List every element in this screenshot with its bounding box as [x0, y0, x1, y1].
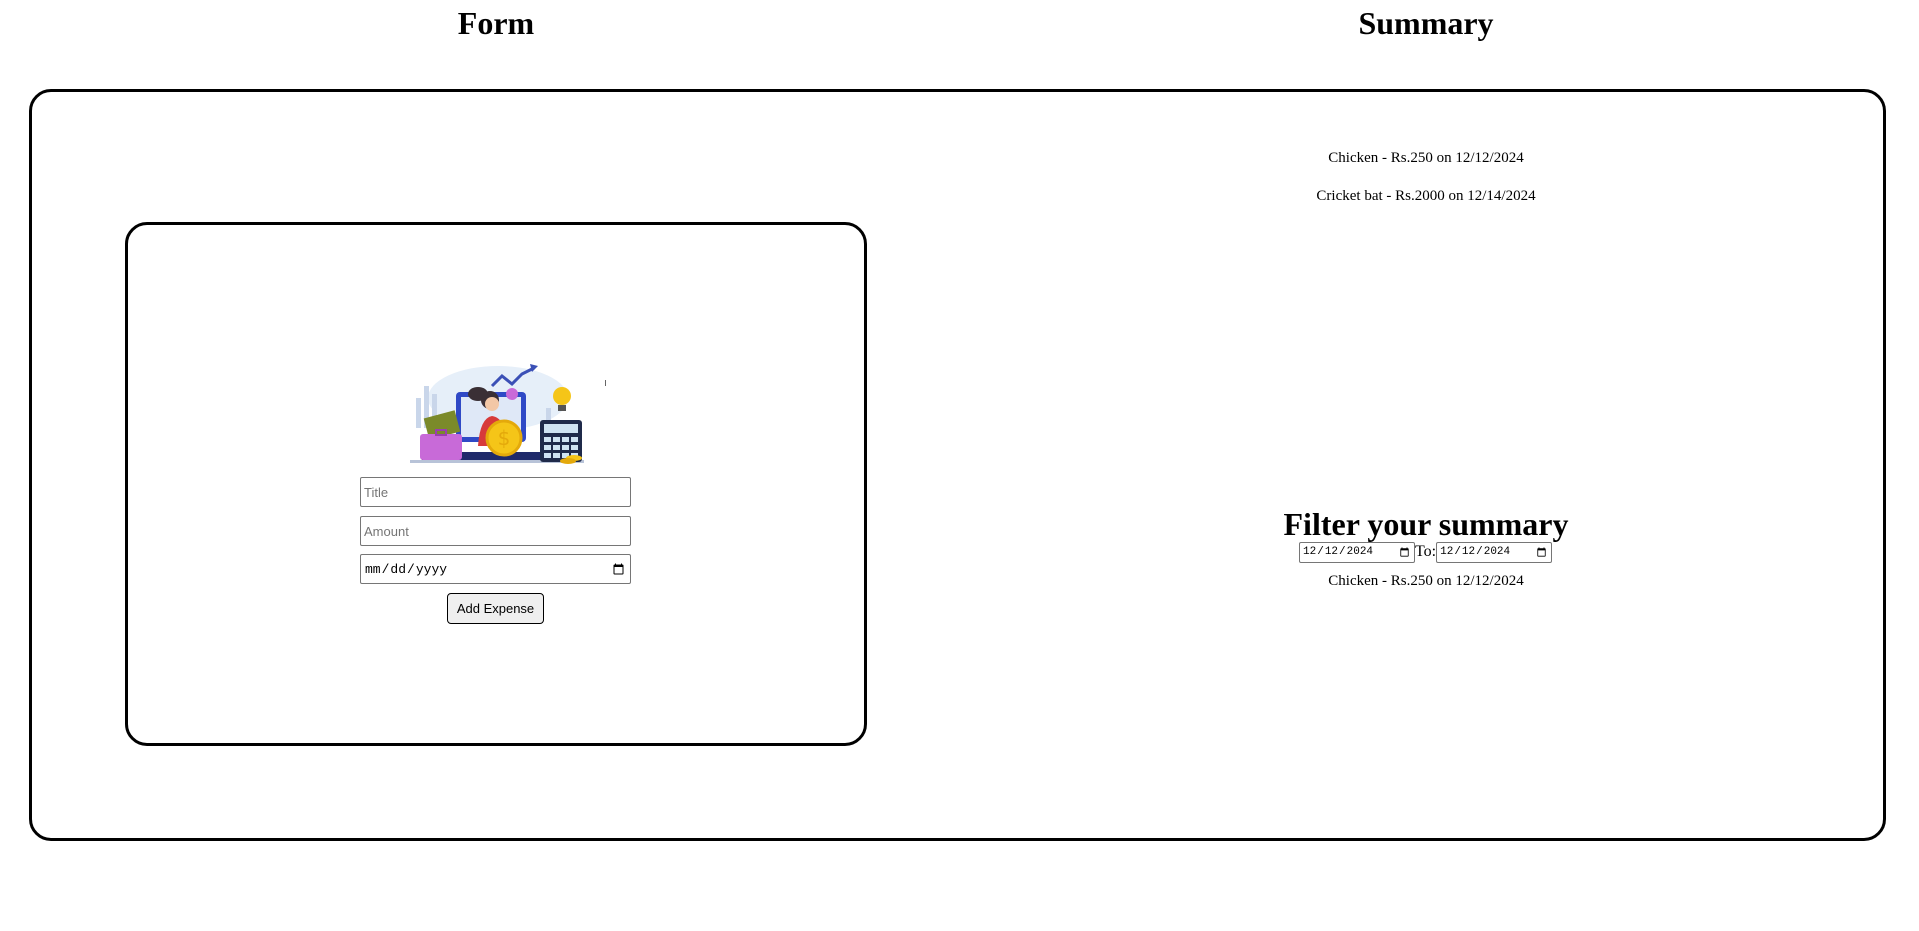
- summary-item: Cricket bat - Rs.2000 on 12/14/2024: [1316, 188, 1536, 204]
- filtered-summary-item: Chicken - Rs.250 on 12/12/2024: [1328, 573, 1524, 589]
- title-input[interactable]: [360, 477, 631, 507]
- summary-heading: Summary: [1358, 5, 1494, 41]
- finance-illustration: $: [410, 364, 606, 464]
- amount-input[interactable]: [360, 516, 631, 546]
- filter-to-date[interactable]: [1436, 541, 1553, 563]
- date-input[interactable]: [360, 554, 631, 584]
- filter-from-date[interactable]: [1299, 541, 1415, 563]
- form-heading: Form: [457, 5, 535, 41]
- filter-to-label: To:: [1415, 543, 1437, 560]
- add-expense-button[interactable]: Add Expense: [447, 593, 544, 624]
- filter-controls: To:: [1299, 541, 1553, 563]
- filter-heading: Filter your summary: [1283, 506, 1569, 542]
- svg-text:$: $: [498, 426, 511, 450]
- summary-item: Chicken - Rs.250 on 12/12/2024: [1328, 150, 1524, 166]
